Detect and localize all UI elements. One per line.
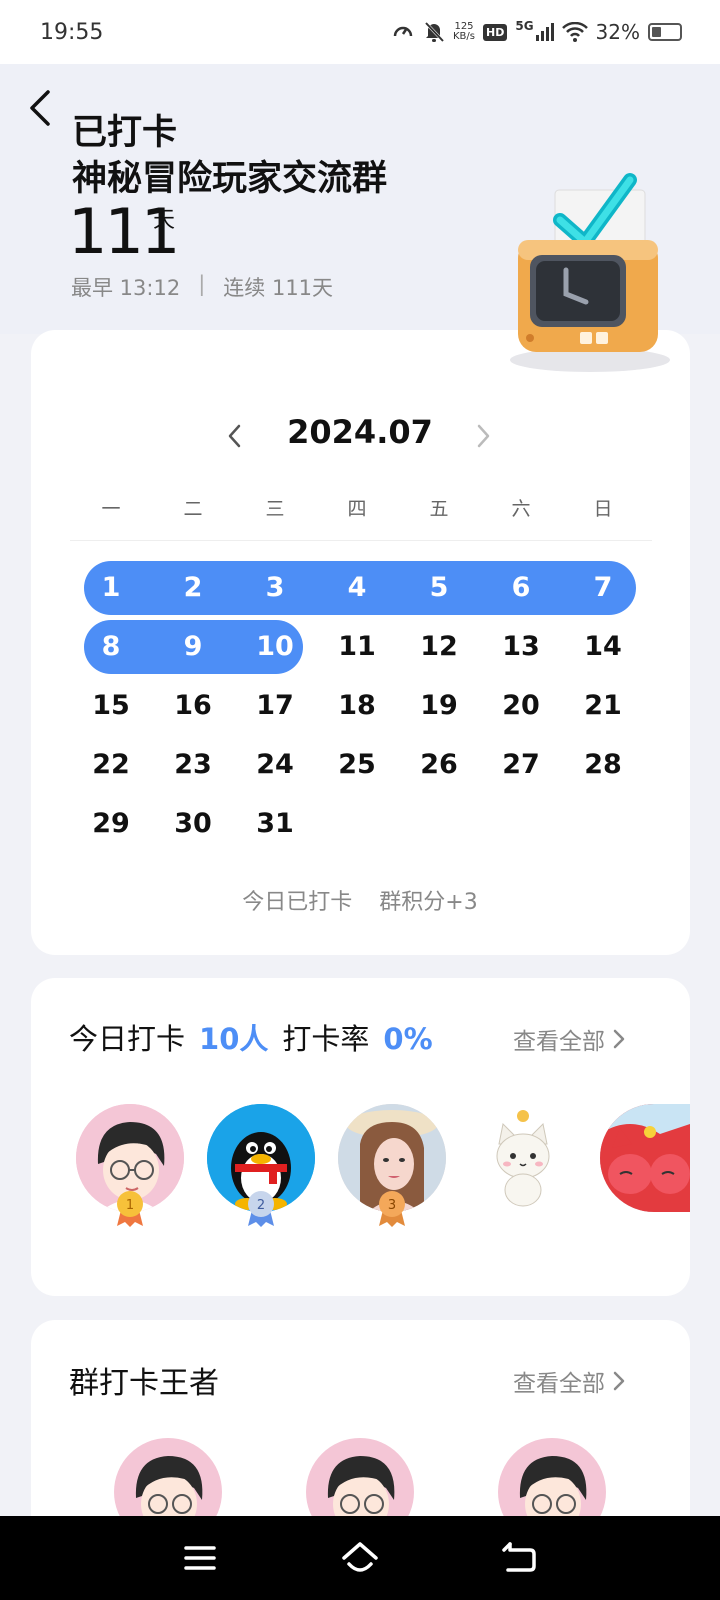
white-cat-avatar-icon [469,1104,577,1212]
calendar-day-19[interactable]: 19 [407,679,471,733]
battery-icon [648,23,682,41]
kings-view-all-link[interactable]: 查看全部 [513,1364,627,1398]
back-arrow-icon [502,1542,536,1572]
calendar-day-18[interactable]: 18 [325,679,389,733]
weekday-tue: 二 [183,498,203,520]
streak-days: 连续 111天 [223,276,334,300]
calendar-day-30[interactable]: 30 [161,797,225,851]
back-nav-button[interactable] [498,1536,542,1580]
status-bar: 19:55 125 KB/s HD 5G 32% [0,0,720,64]
calendar-day-16[interactable]: 16 [161,679,225,733]
wifi-icon [561,22,588,42]
days-unit: 天 [153,208,176,233]
system-navigation-bar [0,1516,720,1600]
calendar-day-4[interactable]: 4 [325,561,389,615]
weekday-thu: 四 [347,498,367,520]
calendar-day-11[interactable]: 11 [325,620,389,674]
menu-button[interactable] [178,1536,222,1580]
weekday-sat: 六 [511,498,531,520]
calendar-day-25[interactable]: 25 [325,738,389,792]
avatar-4[interactable] [469,1104,577,1212]
today-checkin-count: 10人 [199,1022,269,1056]
calendar-day-23[interactable]: 23 [161,738,225,792]
home-button[interactable] [338,1536,382,1580]
chevron-right-icon [613,1029,625,1049]
weekday-fri: 五 [429,498,449,520]
svg-text:3: 3 [388,1198,396,1213]
calendar-day-1[interactable]: 1 [79,561,143,615]
hd-badge: HD [483,23,508,41]
medal-rank-2: 2 [244,1188,278,1228]
checkin-rate-value: 0% [383,1022,433,1056]
weekday-mon: 一 [101,498,121,520]
home-icon [342,1542,378,1572]
calendar-day-12[interactable]: 12 [407,620,471,674]
calendar-day-24[interactable]: 24 [243,738,307,792]
earliest-time: 最早 13:12 [71,276,181,300]
weekday-sun: 日 [593,498,613,520]
current-month: 2024.07 [287,413,433,451]
calendar-divider [70,540,652,541]
group-name: 神秘冒险玩家交流群 [72,159,388,199]
calendar-day-13[interactable]: 13 [489,620,553,674]
calendar-day-20[interactable]: 20 [489,679,553,733]
checkin-rate-label: 打卡率 [282,1022,370,1056]
svg-text:2: 2 [257,1198,265,1213]
calendar-day-27[interactable]: 27 [489,738,553,792]
calendar-day-22[interactable]: 22 [79,738,143,792]
mute-icon [424,21,445,43]
chevron-left-icon [30,90,50,126]
calendar-day-26[interactable]: 26 [407,738,471,792]
medal-rank-1: 1 [113,1188,147,1228]
calendar-day-31[interactable]: 31 [243,797,307,851]
calendar-day-10[interactable]: 10 [243,620,307,674]
weekday-wed: 三 [265,498,285,520]
data-saver-icon [393,26,413,37]
month-navigation: 2024.07 [0,410,720,460]
calendar-day-21[interactable]: 21 [571,679,635,733]
chevron-right-icon [613,1371,625,1391]
calendar-day-6[interactable]: 6 [489,561,553,615]
net-speed: 125 KB/s [453,21,475,42]
calendar-day-7[interactable]: 7 [571,561,635,615]
summary-separator: | [198,272,206,296]
clock-tv-mascot-icon [490,170,690,380]
today-checkin-label: 今日打卡 [69,1022,186,1056]
points-reward: 群积分+3 [379,890,478,915]
calendar-day-17[interactable]: 17 [243,679,307,733]
calendar-day-29[interactable]: 29 [79,797,143,851]
today-checkin-header: 今日打卡 10人 打卡率 0% [69,1016,433,1058]
checkin-status-title: 已打卡 [72,113,178,153]
calendar-day-5[interactable]: 5 [407,561,471,615]
calendar-day-3[interactable]: 3 [243,561,307,615]
checkin-summary: 最早 13:12 | 连续 111天 [71,272,333,302]
calendar-day-14[interactable]: 14 [571,620,635,674]
calendar-day-2[interactable]: 2 [161,561,225,615]
status-time: 19:55 [40,19,104,45]
today-view-all-link[interactable]: 查看全部 [513,1022,627,1056]
today-checked-text: 今日已打卡 [242,890,353,915]
calendar-day-9[interactable]: 9 [161,620,225,674]
calendar-day-28[interactable]: 28 [571,738,635,792]
signal-icon: 5G [515,19,554,41]
calendar-day-15[interactable]: 15 [79,679,143,733]
today-checkin-status: 今日已打卡 群积分+3 [0,884,720,916]
back-button[interactable] [24,86,60,130]
group-kings-title: 群打卡王者 [69,1366,219,1401]
chevron-right-icon [477,424,490,448]
next-month-button[interactable] [470,422,496,450]
svg-text:1: 1 [126,1198,134,1213]
medal-rank-3: 3 [375,1188,409,1228]
menu-icon [184,1546,216,1570]
calendar-day-8[interactable]: 8 [79,620,143,674]
status-icons: 125 KB/s HD 5G 32% [391,19,682,44]
battery-percent: 32% [595,20,640,44]
